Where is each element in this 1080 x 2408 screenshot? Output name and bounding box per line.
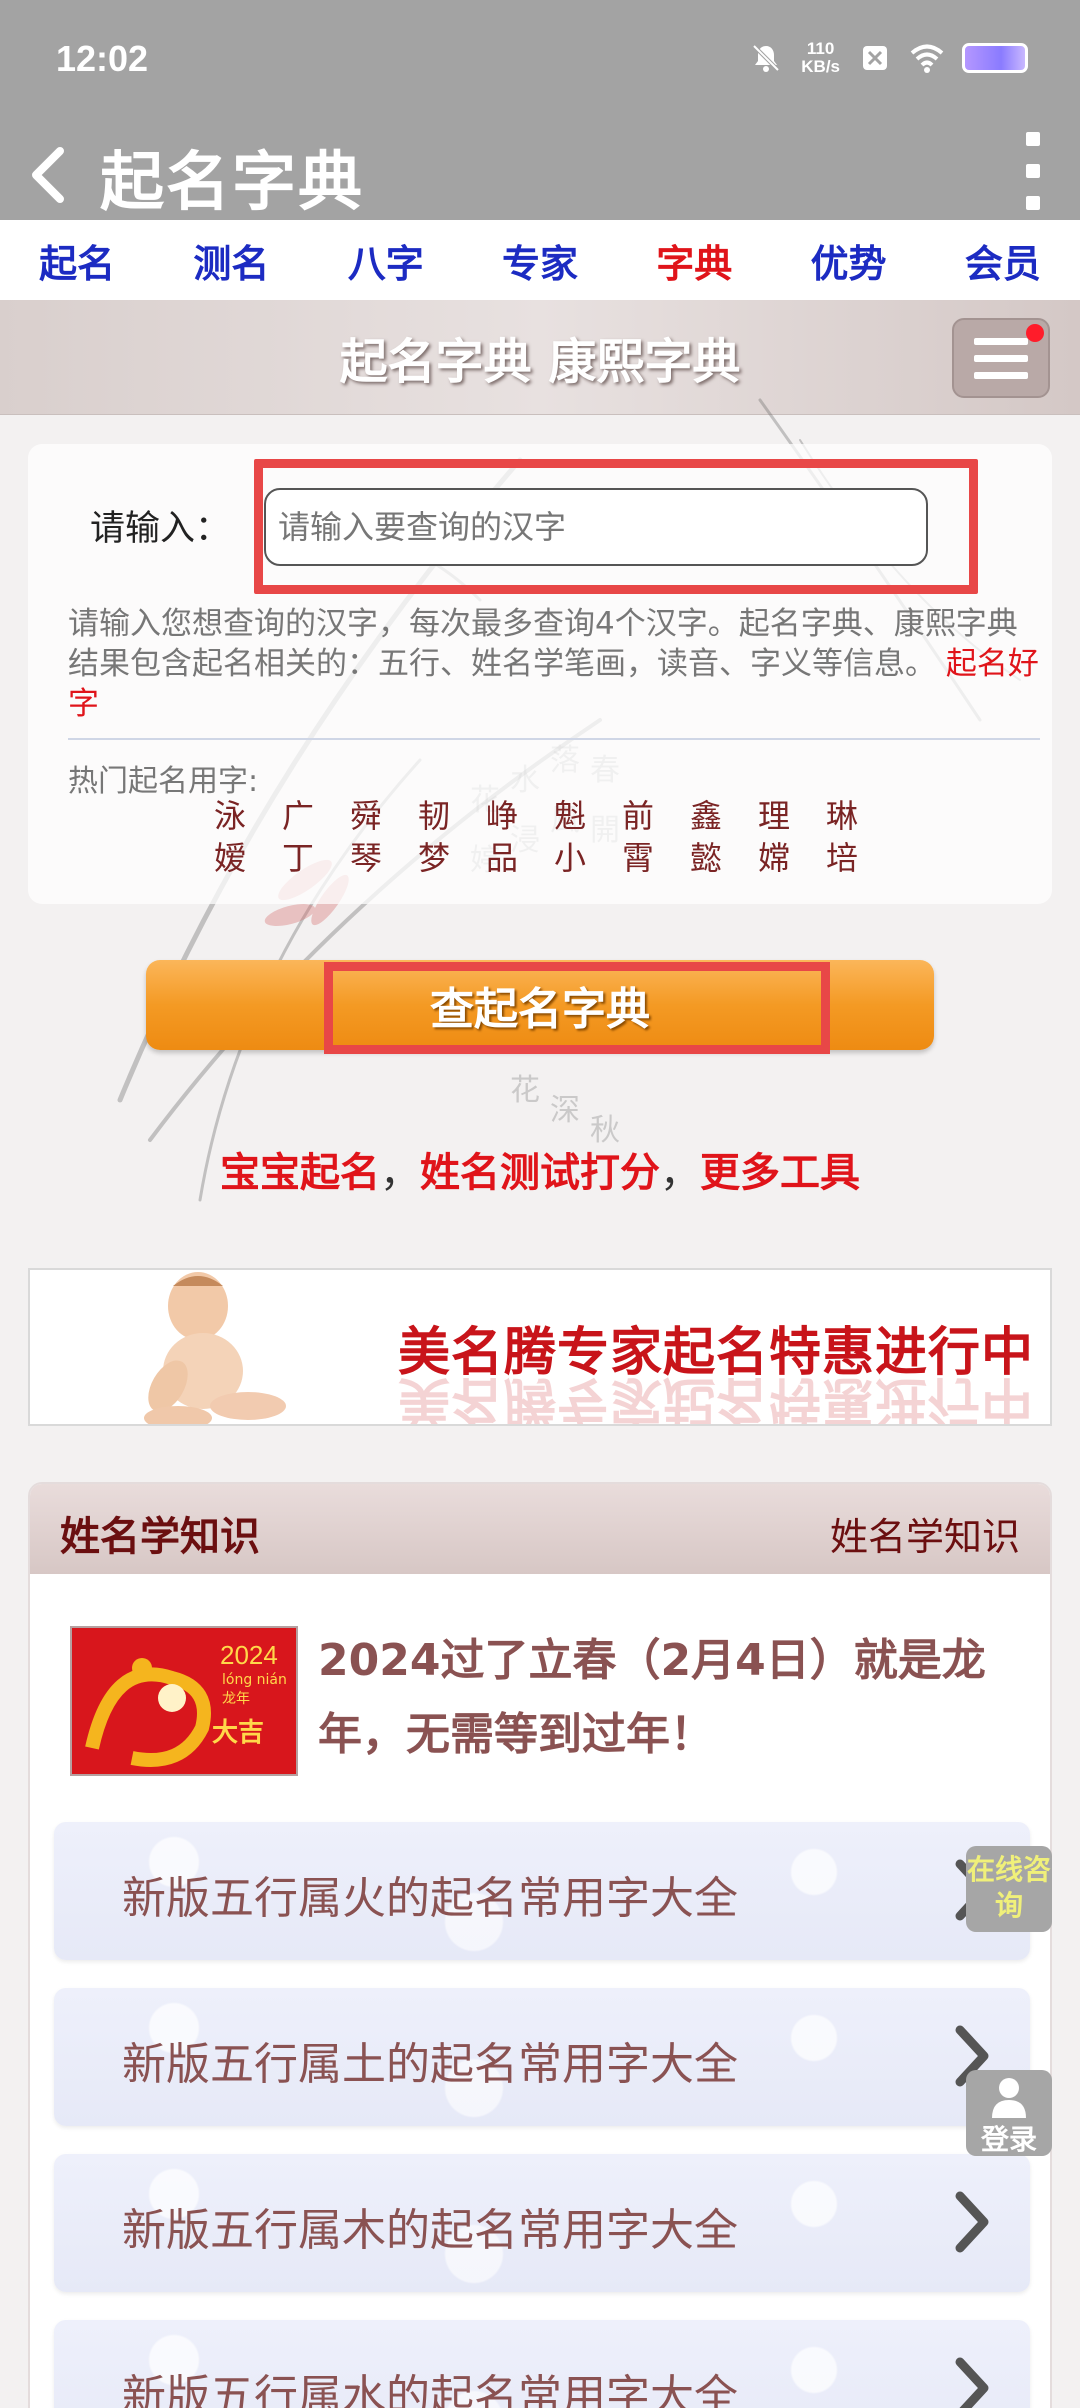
link-separator: ， <box>380 1150 420 1196</box>
login-button[interactable]: 登录 <box>966 2070 1052 2156</box>
hot-char[interactable]: 峥 <box>468 796 536 836</box>
user-icon <box>992 2078 1026 2118</box>
thumb-big-text: 大吉 <box>212 1718 265 1748</box>
tool-links: 宝宝起名，姓名测试打分，更多工具 <box>0 1140 1080 1198</box>
hot-char[interactable]: 霄 <box>604 838 672 878</box>
app-title: 起名字典 <box>100 146 364 220</box>
close-box-icon <box>863 46 887 70</box>
hot-char[interactable]: 丁 <box>264 838 332 878</box>
nav-item-zidian[interactable]: 字典 <box>656 233 732 288</box>
app-bar: 起名字典 <box>0 125 1080 220</box>
list-item[interactable]: 新版五行属火的起名常用字大全 <box>54 1822 1030 1960</box>
nav-item-qiming[interactable]: 起名 <box>39 233 115 288</box>
hot-char[interactable]: 魁 <box>536 796 604 836</box>
svg-text:花: 花 <box>510 1073 540 1108</box>
hot-char[interactable]: 梦 <box>400 838 468 878</box>
hot-char[interactable]: 广 <box>264 796 332 836</box>
page-header: 起名字典 康熙字典 <box>0 300 1080 415</box>
search-description: 请输入您想查询的汉字，每次最多查询4个汉字。起名字典、康熙字典结果包含起名相关的… <box>68 604 1044 724</box>
divider <box>68 738 1040 740</box>
knowledge-header: 姓名学知识 姓名学知识 <box>30 1484 1050 1574</box>
nav-item-ceming[interactable]: 测名 <box>193 233 269 288</box>
net-speed-unit: KB/s <box>801 57 840 76</box>
hot-char[interactable]: 培 <box>808 838 876 878</box>
notification-dot <box>1026 324 1044 342</box>
description-text: 请输入您想查询的汉字，每次最多查询4个汉字。起名字典、康熙字典结果包含起名相关的… <box>68 606 1018 682</box>
list-item-label: 新版五行属水的起名常用字大全 <box>122 2371 738 2408</box>
hot-char[interactable]: 嫒 <box>196 838 264 878</box>
online-consult-button[interactable]: 在线咨询 <box>966 1846 1052 1932</box>
chevron-right-icon <box>955 2357 989 2408</box>
search-card: 请输入： 请输入您想查询的汉字，每次最多查询4个汉字。起名字典、康熙字典结果包含… <box>28 444 1052 904</box>
top-nav: 起名 测名 八字 专家 字典 优势 会员 <box>0 220 1080 300</box>
nav-item-bazi[interactable]: 八字 <box>348 233 424 288</box>
more-tools-link[interactable]: 更多工具 <box>700 1150 860 1196</box>
hot-char[interactable]: 韧 <box>400 796 468 836</box>
knowledge-section: 姓名学知识 姓名学知识 2024 lóng nián 龙年 大吉 2024过了立… <box>28 1482 1052 2408</box>
page-title: 起名字典 康熙字典 <box>339 334 741 390</box>
hot-char[interactable]: 懿 <box>672 838 740 878</box>
hot-char[interactable]: 小 <box>536 838 604 878</box>
search-label: 请输入： <box>90 509 231 549</box>
net-speed: 110 KB/s <box>801 40 840 76</box>
list-item-label: 新版五行属火的起名常用字大全 <box>122 1873 738 1924</box>
list-item[interactable]: 新版五行属水的起名常用字大全 <box>54 2320 1030 2408</box>
hot-char[interactable]: 琳 <box>808 796 876 836</box>
list-item[interactable]: 新版五行属土的起名常用字大全 <box>54 1988 1030 2126</box>
hot-char[interactable]: 嫦 <box>740 838 808 878</box>
bell-muted-icon <box>752 44 780 72</box>
hot-char[interactable]: 理 <box>740 796 808 836</box>
hamburger-menu-icon[interactable] <box>952 318 1050 398</box>
status-bar: 12:02 110 KB/s <box>0 0 1080 125</box>
input-highlight-box <box>254 459 978 594</box>
svg-text:深: 深 <box>550 1093 580 1128</box>
login-label: 登录 <box>980 2123 1037 2156</box>
hot-char[interactable]: 前 <box>604 796 672 836</box>
thumb-year: 2024 <box>220 1640 278 1670</box>
more-vertical-icon[interactable] <box>1010 123 1056 219</box>
hot-char[interactable]: 舜 <box>332 796 400 836</box>
button-highlight-box <box>324 962 830 1054</box>
nav-item-youshi[interactable]: 优势 <box>811 233 887 288</box>
hot-char[interactable]: 泳 <box>196 796 264 836</box>
featured-news-title[interactable]: 2024过了立春（2月4日）就是龙年，无需等到过年！ <box>318 1624 1018 1772</box>
hot-chars-grid: 泳 广 舜 韧 峥 魁 前 鑫 理 琳 嫒 丁 琴 梦 品 小 霄 懿 嫦 培 <box>196 796 896 878</box>
thumb-small-text: lóng nián 龙年 <box>222 1672 287 1707</box>
name-test-link[interactable]: 姓名测试打分 <box>420 1150 660 1196</box>
list-item-label: 新版五行属土的起名常用字大全 <box>122 2039 738 2090</box>
hot-chars-label: 热门起名用字: <box>68 764 259 799</box>
knowledge-title: 姓名学知识 <box>60 1514 260 1560</box>
banner-text-reflection: 美名腾专家起名特惠进行中 <box>398 1370 1035 1426</box>
list-item[interactable]: 新版五行属木的起名常用字大全 <box>54 2154 1030 2292</box>
status-time: 12:02 <box>56 38 149 79</box>
news-thumbnail[interactable]: 2024 lóng nián 龙年 大吉 <box>70 1626 298 1776</box>
promo-banner[interactable]: 美名腾专家起名特惠进行中 美名腾专家起名特惠进行中 <box>28 1268 1052 1426</box>
net-speed-value: 110 <box>806 39 835 58</box>
hot-char[interactable]: 鑫 <box>672 796 740 836</box>
nav-item-zhuanjia[interactable]: 专家 <box>502 233 578 288</box>
knowledge-more-link[interactable]: 姓名学知识 <box>830 1506 1020 1561</box>
baby-image <box>144 1272 286 1424</box>
wifi-icon <box>910 44 944 73</box>
baby-naming-link[interactable]: 宝宝起名 <box>220 1150 380 1196</box>
hot-char[interactable]: 品 <box>468 838 536 878</box>
chevron-left-icon[interactable] <box>22 145 78 205</box>
hot-char[interactable]: 琴 <box>332 838 400 878</box>
list-item-label: 新版五行属木的起名常用字大全 <box>122 2205 738 2256</box>
battery-icon <box>962 43 1028 73</box>
nav-item-huiyuan[interactable]: 会员 <box>965 233 1041 288</box>
status-icons: 110 KB/s <box>749 40 1028 76</box>
chevron-right-icon <box>955 2191 989 2253</box>
link-separator: ， <box>660 1150 700 1196</box>
